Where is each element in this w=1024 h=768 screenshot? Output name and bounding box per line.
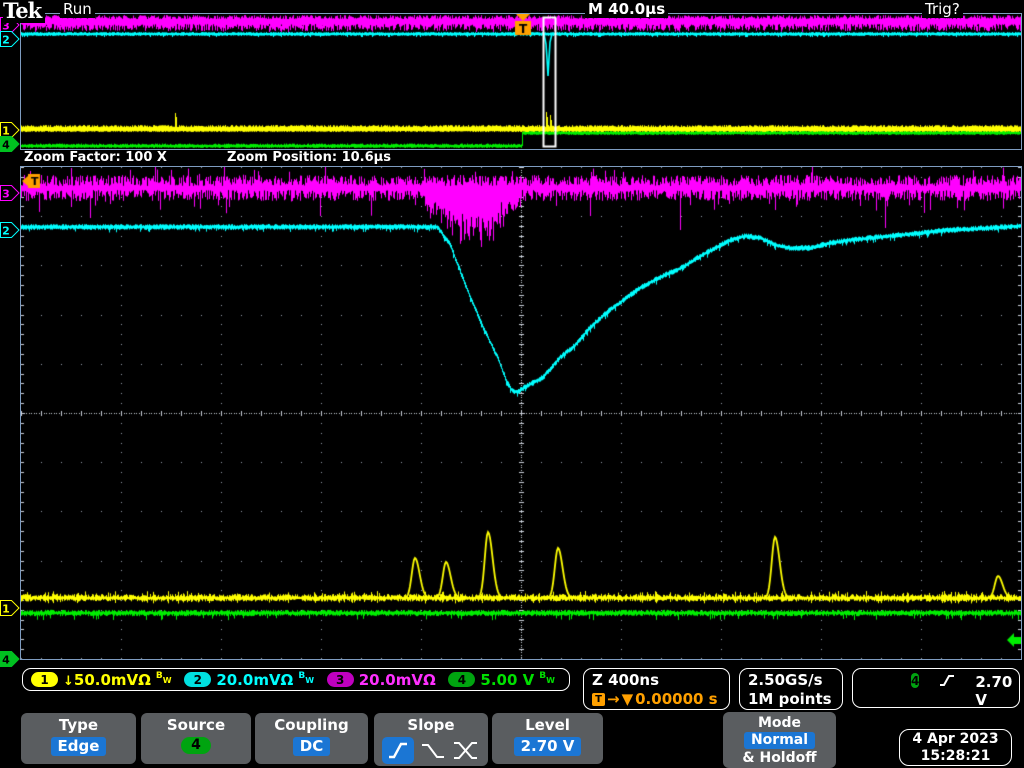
coupling-value: DC <box>292 737 331 756</box>
source-value-badge: 4 <box>181 737 211 754</box>
trigger-level-value: 2.70 V <box>975 673 1013 709</box>
channel-3-scale-value: 20.0mVΩ <box>358 670 436 689</box>
channel-4-badge: 4 <box>448 672 476 687</box>
trigger-coupling-button[interactable]: Coupling DC <box>255 713 368 764</box>
slope-label: Slope <box>407 716 455 734</box>
acquisition-status: Run <box>60 0 95 18</box>
zoom-scale-value: Z 400ns <box>592 671 660 689</box>
rising-edge-icon <box>939 673 955 692</box>
delay-marker-icon: ▼ <box>621 690 634 708</box>
zoomed-waveform-window <box>20 166 1022 660</box>
trigger-type-button[interactable]: Type Edge <box>21 713 136 764</box>
trigger-source-button[interactable]: Source 4 <box>141 713 251 764</box>
channel-4-position-marker[interactable]: 4 <box>0 651 20 667</box>
channel-3-badge: 3 <box>326 672 354 687</box>
channel-1-readout[interactable]: 1 ↓50.0mVΩ BW <box>31 671 172 689</box>
date-value: 4 Apr 2023 <box>912 730 999 747</box>
channel-2-readout[interactable]: 2 20.0mVΩ BW <box>184 671 314 689</box>
channel-4-scale-value: 5.00 V <box>480 670 535 689</box>
record-length-value: 1M points <box>748 690 832 708</box>
trigger-slope-button[interactable]: Slope <box>374 713 488 766</box>
type-label: Type <box>58 716 99 734</box>
channel-scale-readouts[interactable]: 1 ↓50.0mVΩ BW 2 20.0mVΩ BW 3 20.0mVΩ 4 5.00 V BW <box>22 668 570 691</box>
date-time-display: 4 Apr 2023 15:28:21 <box>899 729 1012 766</box>
trigger-mode-button[interactable]: Mode Normal & Holdoff <box>723 712 836 768</box>
channel-4-readout[interactable]: 4 5.00 V BW <box>448 671 555 689</box>
overview-waveform-canvas <box>21 14 1021 149</box>
channel-1-scale-value: ↓50.0mVΩ <box>63 670 151 689</box>
trigger-t-icon: T <box>592 692 605 706</box>
zoomed-waveform-canvas <box>21 167 1021 659</box>
svg-text:4: 4 <box>2 654 10 667</box>
trigger-source-badge: 4 <box>911 673 920 688</box>
level-label: Level <box>525 716 570 734</box>
delay-value: 0.00000 s <box>635 690 718 708</box>
trigger-readout: 4 2.70 V <box>852 668 1020 709</box>
mode-value-2: & Holdoff <box>742 750 817 766</box>
channel-1-position-marker[interactable]: 1 <box>0 600 20 616</box>
source-label: Source <box>166 716 226 734</box>
trigger-level-button[interactable]: Level 2.70 V <box>492 713 603 764</box>
zoom-info-bar: Zoom Factor: 100 X Zoom Position: 10.6µs <box>0 150 1024 166</box>
channel-2-position-marker[interactable]: 2 <box>0 31 20 47</box>
svg-text:4: 4 <box>2 139 10 152</box>
svg-text:2: 2 <box>2 34 10 47</box>
zoom-position-label: Zoom Position: 10.6µs <box>227 150 391 165</box>
svg-text:3: 3 <box>2 188 10 201</box>
sample-rate-value: 2.50GS/s <box>748 671 823 689</box>
channel-3-readout[interactable]: 3 20.0mVΩ <box>326 670 436 689</box>
tek-logo: Tek <box>3 0 46 23</box>
acquisition-readout: 2.50GS/s 1M points <box>739 668 843 710</box>
mode-label: Mode <box>757 715 802 731</box>
channel-1-badge: 1 <box>31 672 58 687</box>
zoom-factor-label: Zoom Factor: 100 X <box>24 150 167 165</box>
channel-3-position-marker[interactable]: 3 <box>0 185 20 201</box>
level-value: 2.70 V <box>513 737 582 756</box>
time-value: 15:28:21 <box>920 747 991 764</box>
bandwidth-limit-icon: BW <box>539 670 555 685</box>
channel-2-scale-value: 20.0mVΩ <box>216 670 294 689</box>
timebase-readout: M 40.0µs <box>585 0 669 18</box>
overview-waveform-window <box>20 13 1022 150</box>
trigger-status: Trig? <box>922 0 963 18</box>
trigger-delay-readout: T → ▼ 0.00000 s <box>592 690 721 708</box>
slope-falling-icon[interactable] <box>419 737 447 764</box>
zoom-timebase-readout: Z 400ns T → ▼ 0.00000 s <box>583 668 730 710</box>
slope-either-icon[interactable] <box>452 737 480 764</box>
channel-2-badge: 2 <box>184 672 212 687</box>
bandwidth-limit-icon: BW <box>155 670 172 685</box>
arrow-right-icon: → <box>607 690 620 708</box>
coupling-label: Coupling <box>274 716 349 734</box>
type-value: Edge <box>50 737 107 756</box>
svg-text:1: 1 <box>2 603 10 616</box>
oscilloscope-screen: Tek Run M 40.0µs Trig? Zoom Factor: 100 … <box>0 0 1024 768</box>
channel-2-position-marker[interactable]: 2 <box>0 222 20 238</box>
channel-4-position-marker[interactable]: 4 <box>0 136 20 152</box>
svg-text:2: 2 <box>2 225 10 238</box>
slope-rising-icon[interactable] <box>382 737 414 764</box>
bandwidth-limit-icon: BW <box>298 670 315 685</box>
mode-value: Normal <box>743 732 816 749</box>
